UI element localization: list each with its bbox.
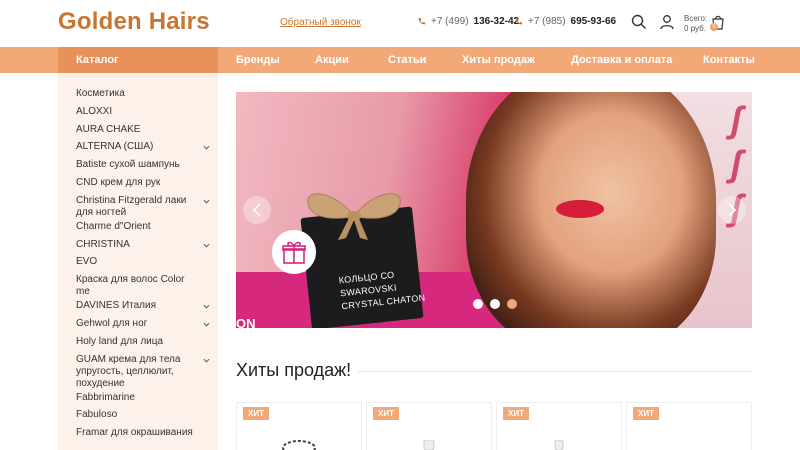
bestsellers-title: Хиты продаж! — [236, 360, 352, 380]
product-card[interactable]: ХИТ — [366, 402, 492, 450]
sidebar-item-label: Fabuloso — [76, 409, 118, 421]
sidebar-item-label: GUAM крема для тела упругость, целлюлит,… — [76, 353, 181, 389]
sidebar-item[interactable]: Gehwol для ног — [58, 316, 218, 334]
chevron-down-icon[interactable] — [203, 144, 210, 151]
hit-badge: ХИТ — [373, 407, 399, 420]
chevron-down-icon[interactable] — [203, 321, 210, 328]
sidebar-item[interactable]: Fabbrimarine — [58, 390, 218, 408]
promo-banner[interactable]: ʃʃʃ КОЛЬЦО СО SWAROVSKI CRYSTAL CHATON O… — [236, 92, 752, 328]
banner-next-button[interactable] — [718, 196, 746, 224]
product-card[interactable]: ХИТ — [496, 402, 622, 450]
sidebar-item[interactable]: ALTERNA (США) — [58, 139, 218, 157]
nav-articles[interactable]: Статьи — [388, 54, 426, 66]
sidebar-item-label: AURA CHAKE — [76, 123, 141, 135]
sidebar-item-label: ALTERNA (США) — [76, 141, 154, 153]
chevron-right-icon — [728, 203, 737, 217]
sidebar-item-label: Gehwol для ног — [76, 317, 148, 329]
cart-total-label: Всего: — [684, 14, 708, 23]
banner-prev-button[interactable] — [243, 196, 271, 224]
nav-brands[interactable]: Бренды — [236, 54, 280, 66]
cart-count-badge: 0 — [710, 23, 718, 31]
chevron-down-icon[interactable] — [203, 303, 210, 310]
phone-icon — [515, 17, 523, 25]
product-image — [423, 440, 435, 450]
sidebar-item[interactable]: CND крем для рук — [58, 175, 218, 193]
slide-dot-2[interactable] — [490, 299, 500, 309]
sidebar-item-label: Holy land для лица — [76, 335, 164, 347]
chevron-down-icon[interactable] — [203, 198, 210, 205]
section-divider — [358, 371, 752, 372]
chevron-left-icon — [252, 203, 261, 217]
slide-dot-1[interactable] — [473, 299, 483, 309]
nav-catalog[interactable]: Каталог — [58, 47, 218, 73]
sidebar-item-label: DAVINES Италия — [76, 300, 156, 312]
sidebar-item[interactable]: Christina Fitzgerald лаки для ногтей — [58, 193, 218, 219]
sidebar-item-label: Косметика — [76, 88, 125, 99]
user-icon[interactable] — [659, 14, 675, 30]
nav-bestsellers[interactable]: Хиты продаж — [462, 54, 535, 66]
sidebar-item-label: Fabbrimarine — [76, 391, 135, 403]
sidebar-item[interactable]: Косметика — [58, 86, 218, 104]
phone-2[interactable]: +7 (985) 695-93-66 — [514, 16, 616, 27]
sidebar-item-label: CND крем для рук — [76, 176, 161, 188]
hit-badge: ХИТ — [243, 407, 269, 420]
sidebar-item-label: Краска для волос Color me — [76, 274, 185, 298]
sidebar-item[interactable]: Batiste сухой шампунь — [58, 157, 218, 175]
gift-badge[interactable] — [272, 230, 316, 274]
nav-delivery[interactable]: Доставка и оплата — [571, 54, 672, 66]
sidebar-item[interactable]: Framar для окрашивания — [58, 425, 218, 443]
main-nav: Каталог Бренды Акции Статьи Хиты продаж … — [0, 47, 800, 73]
nav-contacts[interactable]: Контакты — [703, 54, 755, 66]
catalog-sidebar: Косметика ALOXXI AURA CHAKE ALTERNA (США) Ba… — [58, 73, 218, 450]
chevron-down-icon[interactable] — [203, 242, 210, 249]
cart-summary[interactable]: Всего: 0 руб. — [684, 14, 707, 34]
phone-1-code: +7 (499) — [431, 16, 469, 27]
cart-total-value: 0 руб. — [684, 24, 706, 33]
sidebar-item[interactable]: Fabuloso — [58, 407, 218, 425]
phone-1[interactable]: +7 (499) 136-32-42 — [417, 16, 519, 27]
sidebar-item[interactable]: DAVINES Италия — [58, 298, 218, 316]
phone-icon — [418, 17, 426, 25]
ribbon-bow-icon — [307, 193, 401, 240]
sidebar-item-label: Batiste сухой шампунь — [76, 159, 180, 171]
sidebar-item[interactable]: AURA CHAKE — [58, 122, 218, 140]
sidebar-item[interactable]: Краска для волос Color me — [58, 272, 218, 298]
product-card[interactable]: ХИТ — [236, 402, 362, 450]
sidebar-item[interactable]: Charme d"Orient — [58, 219, 218, 237]
search-icon[interactable] — [631, 14, 647, 30]
product-image — [282, 440, 316, 450]
product-card[interactable]: ХИТ — [626, 402, 752, 450]
phone-1-number: 136-32-42 — [473, 16, 520, 27]
chevron-down-icon[interactable] — [203, 357, 210, 364]
sidebar-item-label: ALOXXI — [76, 105, 113, 117]
sidebar-item[interactable]: GUAM крема для тела упругость, целлюлит,… — [58, 352, 218, 390]
slide-dot-3[interactable] — [507, 299, 517, 309]
sidebar-item[interactable]: CHRISTINA — [58, 237, 218, 255]
phone-2-number: 695-93-66 — [570, 16, 617, 27]
banner-corner-text: ON — [236, 316, 256, 328]
gift-icon — [282, 241, 306, 264]
sidebar-item[interactable]: Holy land для лица — [58, 334, 218, 352]
banner-model-lips — [556, 200, 604, 218]
hit-badge: ХИТ — [633, 407, 659, 420]
callback-link[interactable]: Обратный звонок — [280, 17, 361, 28]
sidebar-item-label: Christina Fitzgerald лаки для ногтей — [76, 194, 187, 218]
sidebar-item-label: EVO — [76, 256, 98, 268]
site-logo[interactable]: Golden Hairs — [58, 8, 210, 36]
product-image — [554, 440, 564, 450]
site-header: Golden Hairs Обратный звонок +7 (499) 13… — [0, 0, 800, 47]
phone-2-code: +7 (985) — [528, 16, 566, 27]
sidebar-item[interactable]: EVO — [58, 254, 218, 272]
sidebar-item-label: CHRISTINA — [76, 238, 130, 250]
sidebar-item-label: Charme d"Orient — [76, 220, 151, 232]
sidebar-item-label: Framar для окрашивания — [76, 427, 193, 439]
sidebar-item[interactable]: ALOXXI — [58, 104, 218, 122]
hit-badge: ХИТ — [503, 407, 529, 420]
nav-promotions[interactable]: Акции — [315, 54, 349, 66]
